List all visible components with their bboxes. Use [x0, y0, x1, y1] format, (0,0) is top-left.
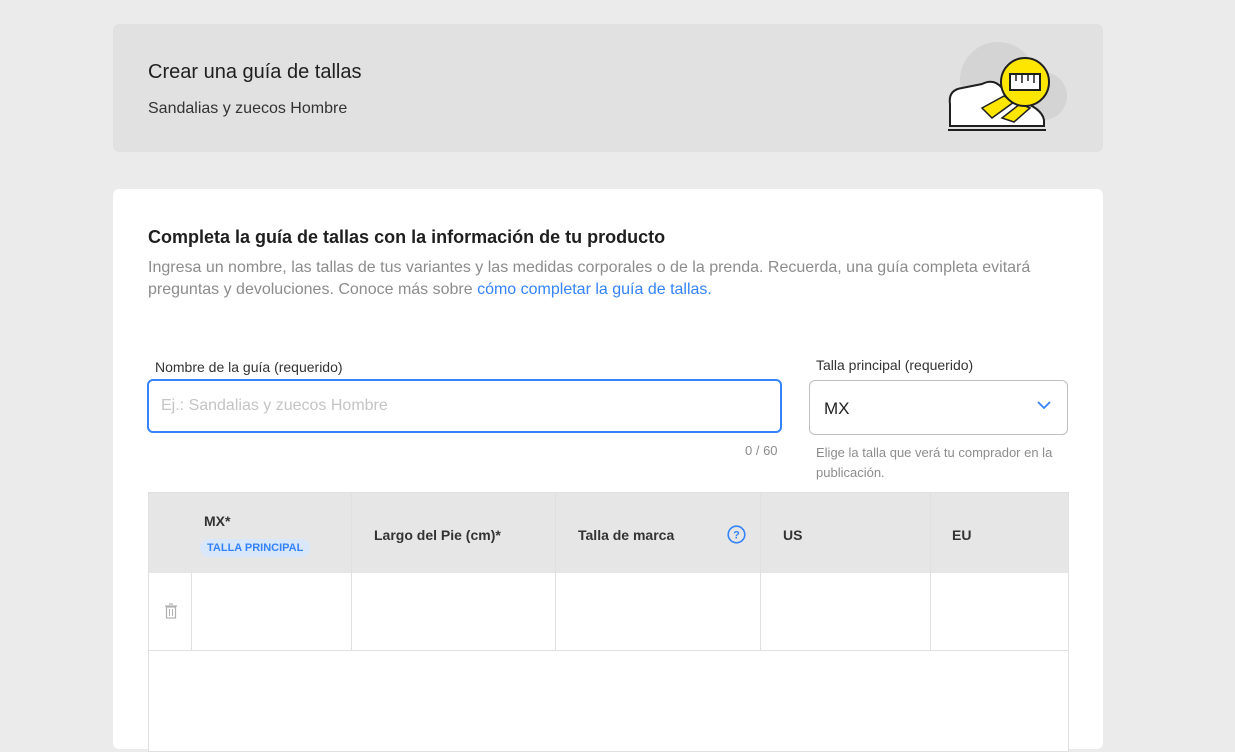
column-divider: [930, 493, 931, 651]
size-table: MX* TALLA PRINCIPAL Largo del Pie (cm)* …: [148, 492, 1069, 752]
header-card: Crear una guía de tallas Sandalias y zue…: [113, 24, 1103, 152]
cell-mx[interactable]: [192, 573, 350, 650]
main-size-help: Elige la talla que verá tu comprador en …: [816, 445, 1053, 480]
row-actions-cell: [149, 573, 191, 650]
page-subtitle: Sandalias y zuecos Hombre: [148, 100, 348, 117]
column-us: US: [760, 493, 930, 573]
trash-icon[interactable]: [164, 603, 178, 619]
column-eu: EU: [930, 493, 1068, 573]
cell-foot-length[interactable]: [352, 573, 554, 650]
main-size-value: MX: [824, 399, 850, 418]
svg-text:?: ?: [733, 530, 740, 542]
column-divider: [351, 493, 352, 651]
column-divider: [555, 493, 556, 651]
guide-name-label: Nombre de la guía (requerido): [155, 359, 343, 375]
section-title: Completa la guía de tallas con la inform…: [148, 227, 666, 247]
help-link[interactable]: cómo completar la guía de tallas.: [477, 281, 712, 298]
column-us-label: US: [783, 527, 803, 543]
column-eu-label: EU: [952, 527, 972, 543]
char-counter: 0 / 60: [745, 443, 778, 458]
cell-eu[interactable]: [931, 573, 1068, 650]
help-icon[interactable]: ?: [727, 525, 746, 544]
column-divider: [191, 573, 192, 651]
main-size-badge: TALLA PRINCIPAL: [200, 539, 311, 557]
column-brand-size-label: Talla de marca: [578, 527, 675, 543]
section-description: Ingresa un nombre, las tallas de tus var…: [148, 257, 1068, 301]
cell-brand-size[interactable]: [556, 573, 759, 650]
main-size-select[interactable]: MX: [809, 380, 1068, 435]
page-title: Crear una guía de tallas: [148, 61, 362, 83]
column-mx: MX* TALLA PRINCIPAL: [149, 493, 351, 573]
size-guide-form-card: Completa la guía de tallas con la inform…: [113, 189, 1103, 752]
column-mx-label: MX*: [204, 513, 231, 529]
column-foot-length-label: Largo del Pie (cm)*: [374, 527, 501, 543]
column-foot-length: Largo del Pie (cm)*: [351, 493, 555, 573]
column-divider: [760, 493, 761, 651]
guide-name-input[interactable]: [147, 379, 782, 433]
shoe-ruler-icon: [948, 42, 1067, 131]
main-size-label: Talla principal (requerido): [816, 357, 974, 373]
cell-us[interactable]: [761, 573, 929, 650]
chevron-down-icon: [1037, 401, 1051, 410]
